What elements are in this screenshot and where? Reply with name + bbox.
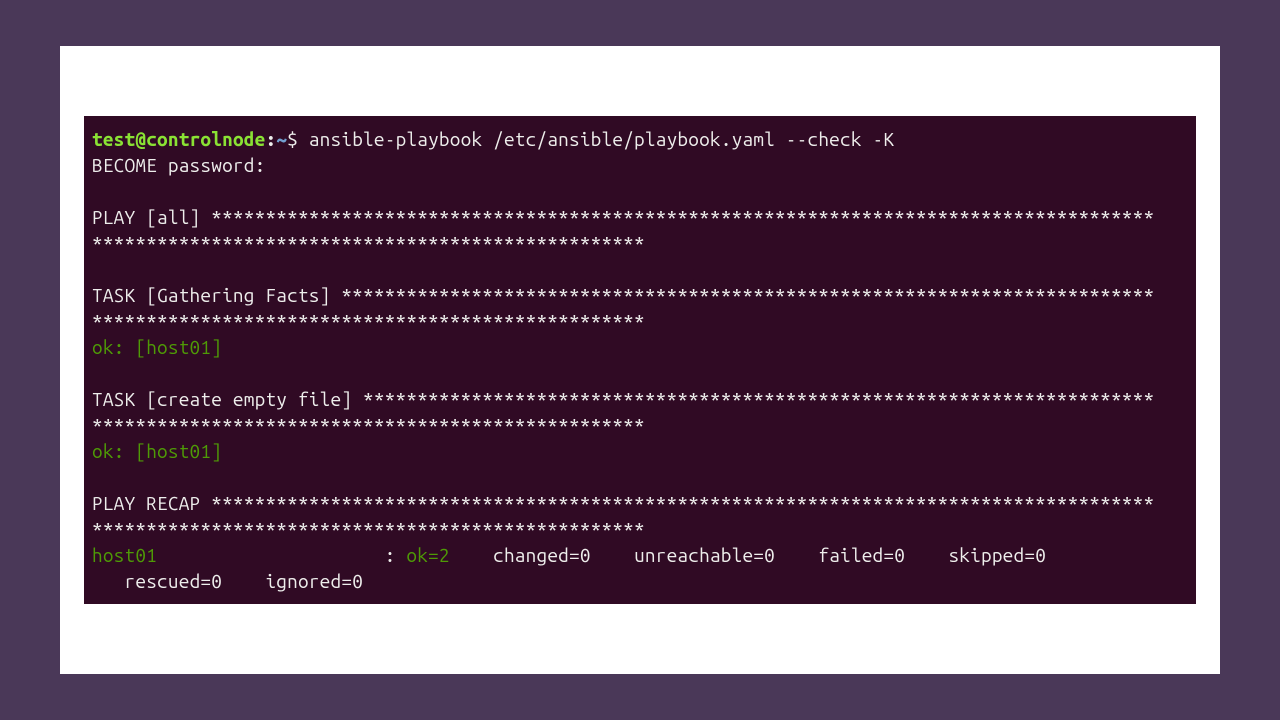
terminal-output: test@controlnode:~$ ansible-playbook /et…: [84, 116, 1196, 604]
recap-rescued: rescued=0: [125, 570, 223, 592]
recap-line2-indent: [92, 570, 125, 592]
recap-pad1: :: [157, 544, 406, 566]
prompt-user: test: [92, 128, 135, 150]
play-recap-line1: PLAY RECAP *****************************…: [92, 492, 1154, 514]
recap-ignored: ignored=0: [265, 570, 363, 592]
prompt-colon: :: [265, 128, 276, 150]
recap-pad2: [450, 544, 493, 566]
command-text: ansible-playbook /etc/ansible/playbook.y…: [309, 128, 894, 150]
recap-host: host01: [92, 544, 157, 566]
task-gathering-facts-line1: TASK [Gathering Facts] *****************…: [92, 284, 1154, 306]
recap-unreachable: unreachable=0: [634, 544, 775, 566]
recap-failed: failed=0: [818, 544, 905, 566]
task-gathering-facts-line2: ****************************************…: [92, 310, 645, 332]
task-create-file-result: ok: [host01]: [92, 440, 222, 462]
play-header-line1: PLAY [all] *****************************…: [92, 206, 1154, 228]
task-create-file-line1: TASK [create empty file] ***************…: [92, 388, 1154, 410]
play-header-line2: ****************************************…: [92, 232, 645, 254]
recap-pad5: [905, 544, 948, 566]
document-card: test@controlnode:~$ ansible-playbook /et…: [60, 46, 1220, 674]
recap-changed: changed=0: [493, 544, 591, 566]
play-recap-line2: ****************************************…: [92, 518, 645, 540]
prompt-path: ~: [276, 128, 287, 150]
recap-pad6: [222, 570, 265, 592]
recap-pad4: [775, 544, 818, 566]
recap-skipped: skipped=0: [948, 544, 1046, 566]
prompt-host: controlnode: [146, 128, 265, 150]
task-create-file-line2: ****************************************…: [92, 414, 645, 436]
become-password-line: BECOME password:: [92, 154, 265, 176]
prompt-at: @: [135, 128, 146, 150]
recap-ok: ok=2: [406, 544, 449, 566]
recap-pad3: [591, 544, 634, 566]
prompt-sigil: $: [287, 128, 309, 150]
task-gathering-facts-result: ok: [host01]: [92, 336, 222, 358]
